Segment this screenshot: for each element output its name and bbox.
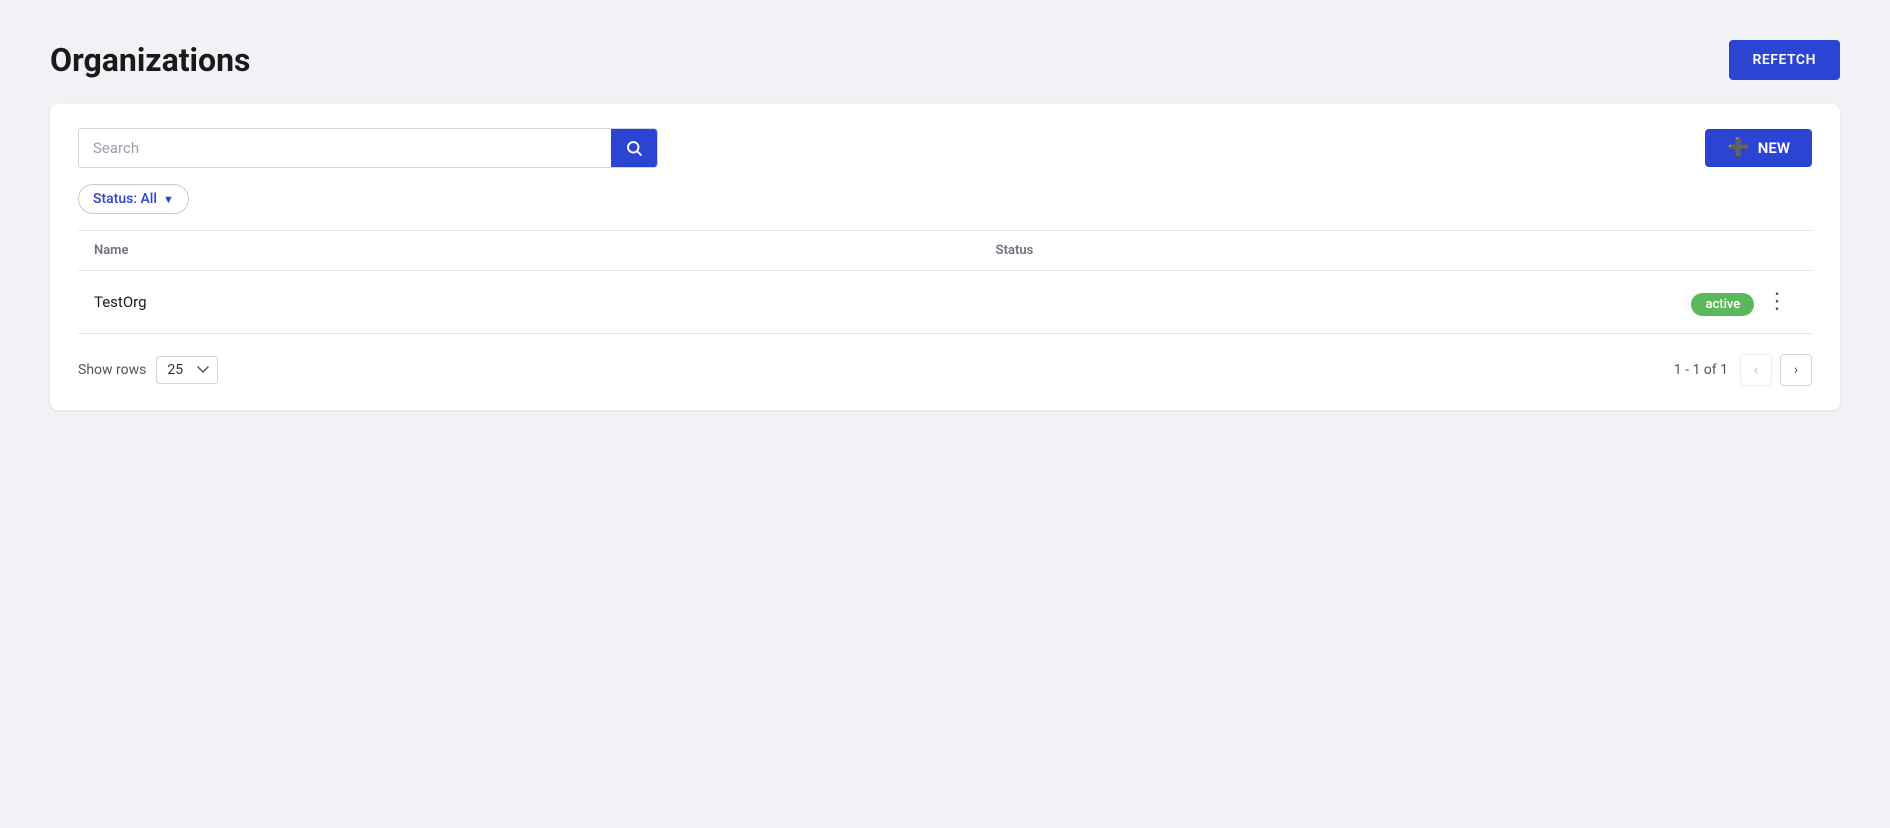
table-header-row: Name Status (78, 231, 1812, 271)
show-rows-label: Show rows (78, 362, 146, 378)
column-header-status: Status (980, 231, 1812, 271)
org-status-cell: active ⋮ (980, 271, 1812, 334)
chevron-down-icon: ▼ (163, 193, 174, 206)
filters-row: Status: All ▼ (78, 184, 1812, 214)
pagination-prev-button[interactable]: ‹ (1740, 354, 1772, 386)
more-options-button[interactable]: ⋮ (1758, 287, 1796, 317)
search-input[interactable] (79, 129, 611, 167)
search-icon (625, 139, 643, 157)
status-filter-button[interactable]: Status: All ▼ (78, 184, 189, 214)
org-name: TestOrg (78, 271, 980, 334)
status-badge: active (1691, 293, 1754, 316)
page-title: Organizations (50, 41, 250, 79)
pagination-next-button[interactable]: › (1780, 354, 1812, 386)
new-button[interactable]: ➕ NEW (1705, 129, 1812, 167)
plus-icon: ➕ (1727, 139, 1749, 157)
organizations-table: Name Status TestOrg active ⋮ (78, 230, 1812, 334)
pagination-info: 1 - 1 of 1 (1674, 362, 1728, 378)
search-button[interactable] (611, 129, 657, 167)
pagination: 1 - 1 of 1 ‹ › (1674, 354, 1812, 386)
refetch-button[interactable]: REFETCH (1729, 40, 1841, 80)
rows-per-page-select[interactable]: 10 25 50 100 (156, 356, 218, 384)
status-filter-label: Status: All (93, 191, 157, 207)
toolbar: ➕ NEW (78, 128, 1812, 168)
table-footer: Show rows 10 25 50 100 1 - 1 of 1 ‹ › (78, 354, 1812, 386)
show-rows-wrapper: Show rows 10 25 50 100 (78, 356, 218, 384)
main-card: ➕ NEW Status: All ▼ Name Status TestOrg … (50, 104, 1840, 410)
column-header-name: Name (78, 231, 980, 271)
new-button-label: NEW (1758, 139, 1790, 157)
table-row[interactable]: TestOrg active ⋮ (78, 271, 1812, 334)
page-header: Organizations REFETCH (50, 40, 1840, 80)
search-wrapper (78, 128, 658, 168)
